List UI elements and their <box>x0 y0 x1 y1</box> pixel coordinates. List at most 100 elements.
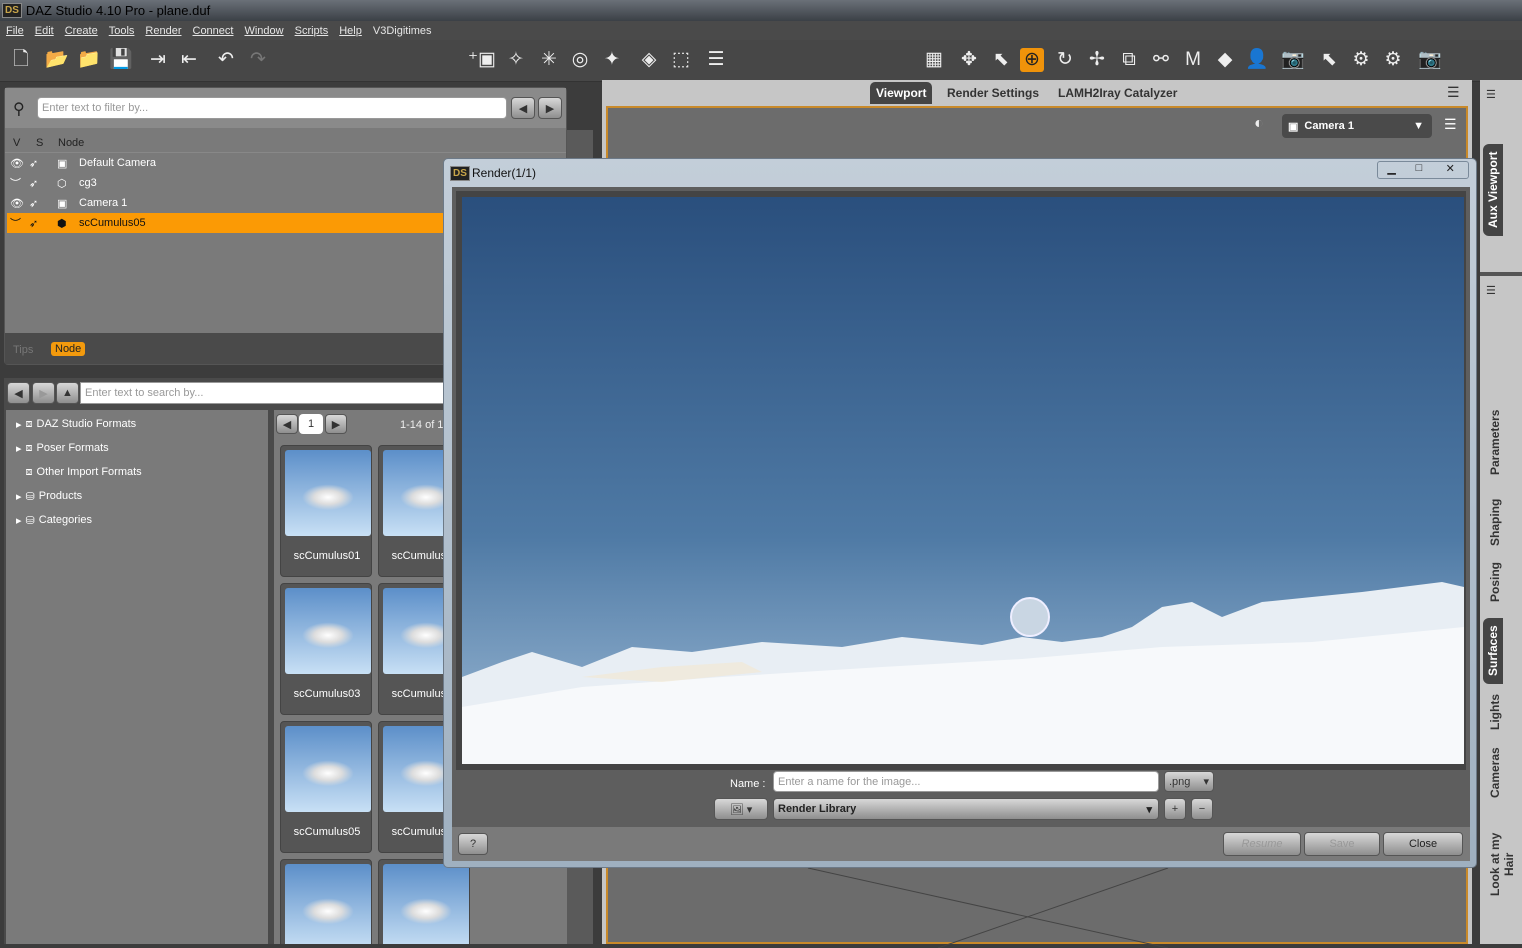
morph-tool-icon[interactable]: M <box>1181 48 1205 72</box>
tab-surfaces[interactable]: Surfaces <box>1483 618 1503 684</box>
col-visible[interactable]: V <box>5 137 26 149</box>
scene-row[interactable]: 👁 ➶ ▣ Default Camera <box>7 153 447 173</box>
close-icon[interactable]: ✕ <box>1433 162 1468 178</box>
undo-icon[interactable]: ↶ <box>214 48 238 72</box>
eye-closed-icon[interactable]: ︶ <box>7 175 29 191</box>
render-settings-icon[interactable]: ⚙ <box>1349 48 1373 72</box>
menu-file[interactable]: File <box>6 25 24 37</box>
content-item[interactable] <box>280 859 372 944</box>
content-item[interactable]: scCumulus01 <box>280 445 372 577</box>
next-button[interactable]: ▶ <box>538 97 562 119</box>
menu-render[interactable]: Render <box>145 25 181 37</box>
image-name-input[interactable]: Enter a name for the image... <box>773 771 1159 792</box>
panel-menu-icon[interactable]: ☰ <box>1486 284 1496 297</box>
scale-tool-icon[interactable]: ⧉ <box>1117 48 1141 72</box>
add-spotlight-icon[interactable]: ✧ <box>504 48 528 72</box>
scene-row[interactable]: 👁 ➶ ▣ Camera 1 <box>7 193 447 213</box>
tab-posing[interactable]: Posing <box>1485 558 1505 608</box>
remove-library-button[interactable]: − <box>1191 798 1213 820</box>
eye-icon[interactable]: 👁 <box>7 197 29 210</box>
grid-icon[interactable]: ▦ <box>922 48 946 72</box>
import-icon[interactable]: ⇥ <box>146 48 170 72</box>
page-number[interactable]: 1 <box>299 414 323 434</box>
resume-button[interactable]: Resume <box>1223 832 1301 856</box>
node-tool-icon[interactable]: ◈ <box>637 48 661 72</box>
page-next-button[interactable]: ▶ <box>325 414 347 434</box>
menu-connect[interactable]: Connect <box>193 25 234 37</box>
region-tool-icon[interactable]: ⬚ <box>669 48 693 72</box>
eye-closed-icon[interactable]: ︶ <box>7 215 29 231</box>
content-item[interactable]: scCumulus05 <box>280 721 372 853</box>
save-button[interactable]: Save <box>1304 832 1380 856</box>
menu-window[interactable]: Window <box>244 25 283 37</box>
joint-editor-icon[interactable]: ⚯ <box>1149 48 1173 72</box>
tab-parameters[interactable]: Parameters <box>1485 402 1505 482</box>
menu-v3digitimes[interactable]: V3Digitimes <box>373 25 432 37</box>
figure-tool-icon[interactable]: 👤 <box>1245 48 1269 72</box>
menu-edit[interactable]: Edit <box>35 25 54 37</box>
forward-button[interactable]: ▶ <box>32 382 55 404</box>
maximize-icon[interactable]: □ <box>1405 162 1432 178</box>
new-file-icon[interactable]: 🗋 <box>9 48 33 72</box>
tree-item[interactable]: ▸ ⛁ Categories <box>16 509 92 531</box>
render-library-select[interactable]: Render Library ▾ <box>773 798 1159 820</box>
menu-scripts[interactable]: Scripts <box>295 25 329 37</box>
panel-menu-icon[interactable]: ☰ <box>1486 88 1496 101</box>
surface-tool-icon[interactable]: ◆ <box>1213 48 1237 72</box>
library-icon-select[interactable]: 🖼 ▾ <box>714 798 768 820</box>
render-gear-icon[interactable]: ⚙ <box>1381 48 1405 72</box>
node-tab[interactable]: Node <box>51 342 86 356</box>
redo-icon[interactable]: ↷ <box>246 48 270 72</box>
tab-render-settings[interactable]: Render Settings <box>947 86 1039 100</box>
scene-row-selected[interactable]: ︶ ➶ ⬢ scCumulus05 <box>7 213 447 233</box>
tab-cameras[interactable]: Cameras <box>1485 744 1505 804</box>
help-button[interactable]: ? <box>458 833 488 855</box>
prev-button[interactable]: ◀ <box>511 97 535 119</box>
content-item[interactable]: scCumulus03 <box>280 583 372 715</box>
menu-tools[interactable]: Tools <box>109 25 135 37</box>
add-pointlight-icon[interactable]: ✳ <box>537 48 561 72</box>
camera-tool-icon[interactable]: 📷 <box>1281 48 1305 72</box>
merge-icon[interactable]: 📁 <box>77 48 101 72</box>
back-button[interactable]: ◀ <box>7 382 30 404</box>
add-camera-icon[interactable]: ⁺▣ <box>468 48 496 72</box>
active-pose-tool-icon[interactable]: ⊕ <box>1020 48 1044 72</box>
panel-menu-icon[interactable]: ☰ <box>1447 84 1460 101</box>
rotate-tool-icon[interactable]: ↻ <box>1053 48 1077 72</box>
tree-item[interactable]: ▸⧈Other Import Formats <box>16 461 142 483</box>
camera-select[interactable]: ▣ Camera 1 ▼ <box>1282 114 1432 138</box>
tab-shaping[interactable]: Shaping <box>1485 492 1505 552</box>
add-library-button[interactable]: + <box>1164 798 1186 820</box>
minimize-icon[interactable]: ▁ <box>1378 162 1405 178</box>
add-distant-light-icon[interactable]: ◎ <box>568 48 592 72</box>
content-item[interactable] <box>378 859 470 944</box>
viewport-menu-icon[interactable]: ☰ <box>1444 116 1457 133</box>
open-icon[interactable]: 📂 <box>45 48 69 72</box>
tree-item[interactable]: ▸ ⧈ DAZ Studio Formats <box>16 413 136 435</box>
tab-viewport[interactable]: Viewport <box>870 82 933 104</box>
render-icon[interactable]: 📷 <box>1418 48 1442 72</box>
scene-row[interactable]: ︶ ➶ ⬡ cg3 <box>7 173 447 193</box>
tab-lamh2iray-catalyzer[interactable]: LAMH2Iray Catalyzer <box>1058 86 1177 100</box>
export-icon[interactable]: ⇤ <box>177 48 201 72</box>
select-settings-icon[interactable]: ⬉ <box>1317 48 1341 72</box>
page-prev-button[interactable]: ◀ <box>276 414 298 434</box>
translate-tool-icon[interactable]: ✢ <box>1085 48 1109 72</box>
tab-look-at-my-hair[interactable]: Look at my Hair <box>1485 816 1519 912</box>
tree-item[interactable]: ▸ ⛁ Products <box>16 485 82 507</box>
up-button[interactable]: ▲ <box>56 382 79 404</box>
select-tool-icon[interactable]: ⬉ <box>989 48 1013 72</box>
align-icon[interactable]: ☰ <box>704 48 728 72</box>
scene-filter-input[interactable]: Enter text to filter by... <box>37 97 507 119</box>
selectable-icon[interactable]: ➶ <box>29 197 57 210</box>
add-light-icon[interactable]: ✦ <box>600 48 624 72</box>
selectable-icon[interactable]: ➶ <box>29 157 57 170</box>
shading-sphere-icon[interactable]: ◐ <box>1254 115 1264 133</box>
format-select[interactable]: .png ▾ <box>1164 771 1214 792</box>
save-icon[interactable]: 💾 <box>109 48 133 72</box>
col-selectable[interactable]: S <box>26 137 48 149</box>
tab-aux-viewport[interactable]: Aux Viewport <box>1483 144 1503 236</box>
menu-help[interactable]: Help <box>339 25 362 37</box>
tab-lights[interactable]: Lights <box>1485 690 1505 736</box>
selectable-icon[interactable]: ➶ <box>29 217 57 230</box>
